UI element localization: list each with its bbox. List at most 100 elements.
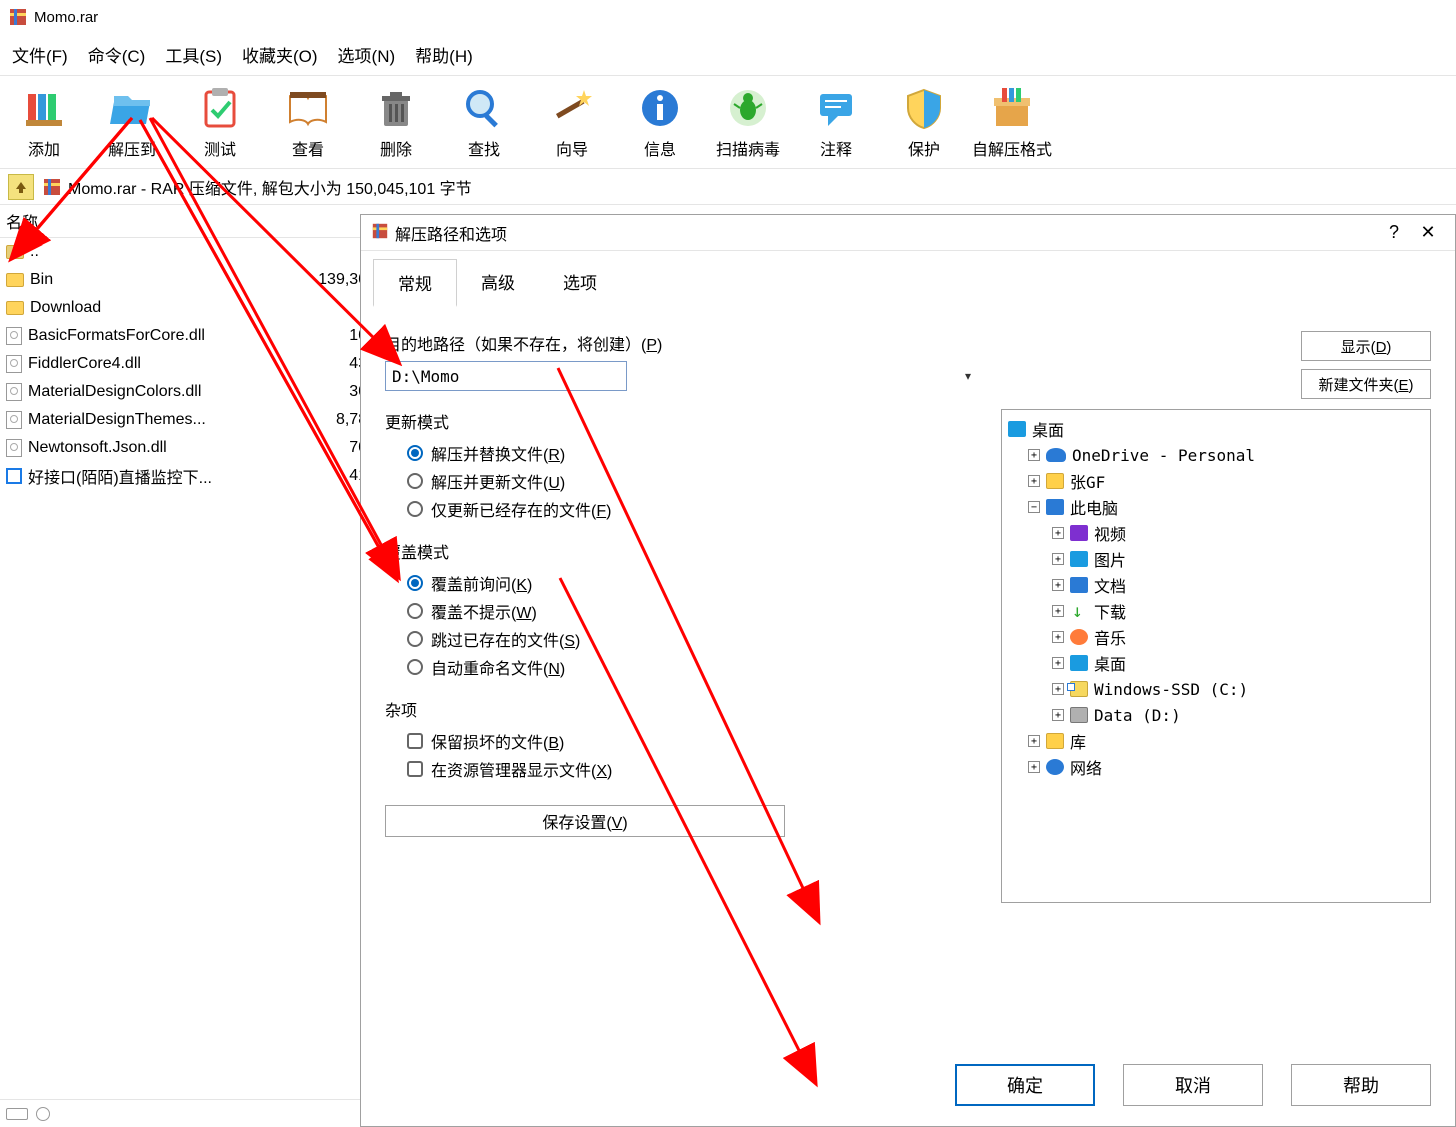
status-key-icon bbox=[36, 1107, 50, 1121]
wand-icon bbox=[548, 84, 596, 132]
tree-network[interactable]: +网络 bbox=[1008, 754, 1424, 780]
tree-onedrive[interactable]: +OneDrive - Personal bbox=[1008, 442, 1424, 468]
toolbar-virus-scan[interactable]: 扫描病毒 bbox=[704, 80, 792, 164]
dialog-help-icon[interactable]: ? bbox=[1377, 222, 1411, 243]
archive-path-text[interactable]: Momo.rar - RAR 压缩文件, 解包大小为 150,045,101 字… bbox=[68, 175, 472, 199]
books-icon bbox=[20, 84, 68, 132]
file-name: BasicFormatsForCore.dll bbox=[28, 327, 205, 345]
tree-videos[interactable]: +视频 bbox=[1008, 520, 1424, 546]
winrar-icon bbox=[8, 7, 28, 27]
archive-icon bbox=[371, 222, 389, 244]
file-name: Download bbox=[30, 299, 101, 317]
file-name: .. bbox=[30, 243, 39, 261]
radio-extract-replace[interactable]: 解压并替换文件(R) bbox=[407, 441, 977, 465]
toolbar-find[interactable]: 查找 bbox=[440, 80, 528, 164]
toolbar-wizard[interactable]: 向导 bbox=[528, 80, 616, 164]
nav-up-button[interactable] bbox=[8, 174, 34, 200]
dialog-titlebar: 解压路径和选项 ? ✕ bbox=[361, 215, 1455, 251]
package-icon bbox=[988, 84, 1036, 132]
show-button[interactable]: 显示(D) bbox=[1301, 331, 1431, 361]
trash-icon bbox=[372, 84, 420, 132]
toolbar-info[interactable]: 信息 bbox=[616, 80, 704, 164]
column-name[interactable]: 名称 bbox=[0, 205, 270, 237]
comment-icon bbox=[812, 84, 860, 132]
group-overwrite-mode: 覆盖模式 bbox=[385, 539, 977, 563]
toolbar: 添加 解压到 测试 查看 删除 查找 向导 信息 扫描病毒 注释 保护 bbox=[0, 76, 1456, 169]
tree-desktop[interactable]: 桌面 bbox=[1008, 416, 1424, 442]
tree-music[interactable]: +音乐 bbox=[1008, 624, 1424, 650]
cancel-button[interactable]: 取消 bbox=[1123, 1064, 1263, 1106]
dest-path-input[interactable] bbox=[385, 361, 627, 391]
toolbar-protect[interactable]: 保护 bbox=[880, 80, 968, 164]
window-title: Momo.rar bbox=[34, 9, 98, 26]
file-name: Bin bbox=[30, 271, 53, 289]
tab-advanced[interactable]: 高级 bbox=[457, 259, 539, 307]
folder-open-icon bbox=[108, 84, 156, 132]
dialog-close-icon[interactable]: ✕ bbox=[1411, 222, 1445, 243]
radio-auto-rename[interactable]: 自动重命名文件(N) bbox=[407, 655, 977, 679]
status-disk-icon bbox=[6, 1108, 28, 1120]
dest-path-label: 目的地路径（如果不存在，将创建）(P) bbox=[385, 331, 977, 355]
toolbar-delete[interactable]: 删除 bbox=[352, 80, 440, 164]
tree-libraries[interactable]: +库 bbox=[1008, 728, 1424, 754]
magnifier-icon bbox=[460, 84, 508, 132]
tree-desktop-2[interactable]: +桌面 bbox=[1008, 650, 1424, 676]
tree-drive-d[interactable]: +Data (D:) bbox=[1008, 702, 1424, 728]
menu-file[interactable]: 文件(F) bbox=[12, 42, 68, 67]
toolbar-sfx[interactable]: 自解压格式 bbox=[968, 80, 1056, 164]
toolbar-view[interactable]: 查看 bbox=[264, 80, 352, 164]
radio-overwrite-no-prompt[interactable]: 覆盖不提示(W) bbox=[407, 599, 977, 623]
file-name: FiddlerCore4.dll bbox=[28, 355, 141, 373]
pathbar: Momo.rar - RAR 压缩文件, 解包大小为 150,045,101 字… bbox=[0, 169, 1456, 205]
ok-button[interactable]: 确定 bbox=[955, 1064, 1095, 1106]
info-icon bbox=[636, 84, 684, 132]
tab-options[interactable]: 选项 bbox=[539, 259, 621, 307]
menu-tools[interactable]: 工具(S) bbox=[165, 42, 222, 67]
dialog-title: 解压路径和选项 bbox=[395, 221, 1377, 245]
tree-documents[interactable]: +文档 bbox=[1008, 572, 1424, 598]
file-name: MaterialDesignThemes... bbox=[28, 411, 206, 429]
menu-help[interactable]: 帮助(H) bbox=[415, 42, 473, 67]
file-name: 好接口(陌陌)直播监控下... bbox=[28, 464, 212, 488]
radio-extract-update[interactable]: 解压并更新文件(U) bbox=[407, 469, 977, 493]
toolbar-test[interactable]: 测试 bbox=[176, 80, 264, 164]
group-misc: 杂项 bbox=[385, 697, 977, 721]
menu-favorites[interactable]: 收藏夹(O) bbox=[242, 42, 318, 67]
file-name: MaterialDesignColors.dll bbox=[28, 383, 201, 401]
tree-pictures[interactable]: +图片 bbox=[1008, 546, 1424, 572]
save-settings-button[interactable]: 保存设置(V) bbox=[385, 805, 785, 837]
file-name: Newtonsoft.Json.dll bbox=[28, 439, 167, 457]
shield-icon bbox=[900, 84, 948, 132]
statusbar bbox=[0, 1099, 360, 1127]
radio-ask-overwrite[interactable]: 覆盖前询问(K) bbox=[407, 571, 977, 595]
bug-icon bbox=[724, 84, 772, 132]
tree-drive-c[interactable]: +Windows-SSD (C:) bbox=[1008, 676, 1424, 702]
titlebar: Momo.rar bbox=[0, 0, 1456, 34]
radio-update-existing[interactable]: 仅更新已经存在的文件(F) bbox=[407, 497, 977, 521]
clipboard-check-icon bbox=[196, 84, 244, 132]
dialog-tabs: 常规 高级 选项 bbox=[361, 251, 1455, 307]
menu-options[interactable]: 选项(N) bbox=[338, 42, 396, 67]
chevron-down-icon[interactable]: ▾ bbox=[965, 369, 971, 383]
check-keep-broken[interactable]: 保留损坏的文件(B) bbox=[407, 729, 977, 753]
check-show-in-explorer[interactable]: 在资源管理器显示文件(X) bbox=[407, 757, 977, 781]
tree-this-pc[interactable]: −此电脑 bbox=[1008, 494, 1424, 520]
group-update-mode: 更新模式 bbox=[385, 409, 977, 433]
dialog-button-row: 确定 取消 帮助 bbox=[955, 1064, 1431, 1106]
toolbar-extract-to[interactable]: 解压到 bbox=[88, 80, 176, 164]
folder-tree[interactable]: 桌面 +OneDrive - Personal +张GF −此电脑 +视频 +图… bbox=[1001, 409, 1431, 903]
help-button[interactable]: 帮助 bbox=[1291, 1064, 1431, 1106]
new-folder-button[interactable]: 新建文件夹(E) bbox=[1301, 369, 1431, 399]
tree-downloads[interactable]: +下载 bbox=[1008, 598, 1424, 624]
toolbar-comment[interactable]: 注释 bbox=[792, 80, 880, 164]
tab-general[interactable]: 常规 bbox=[373, 259, 457, 307]
tree-user[interactable]: +张GF bbox=[1008, 468, 1424, 494]
radio-skip-existing[interactable]: 跳过已存在的文件(S) bbox=[407, 627, 977, 651]
toolbar-add[interactable]: 添加 bbox=[0, 80, 88, 164]
column-size[interactable] bbox=[270, 205, 370, 237]
menubar: 文件(F) 命令(C) 工具(S) 收藏夹(O) 选项(N) 帮助(H) bbox=[0, 34, 1456, 76]
menu-command[interactable]: 命令(C) bbox=[88, 42, 146, 67]
book-open-icon bbox=[284, 84, 332, 132]
extract-dialog: 解压路径和选项 ? ✕ 常规 高级 选项 目的地路径（如果不存在，将创建）(P)… bbox=[360, 214, 1456, 1127]
archive-icon bbox=[42, 177, 62, 197]
